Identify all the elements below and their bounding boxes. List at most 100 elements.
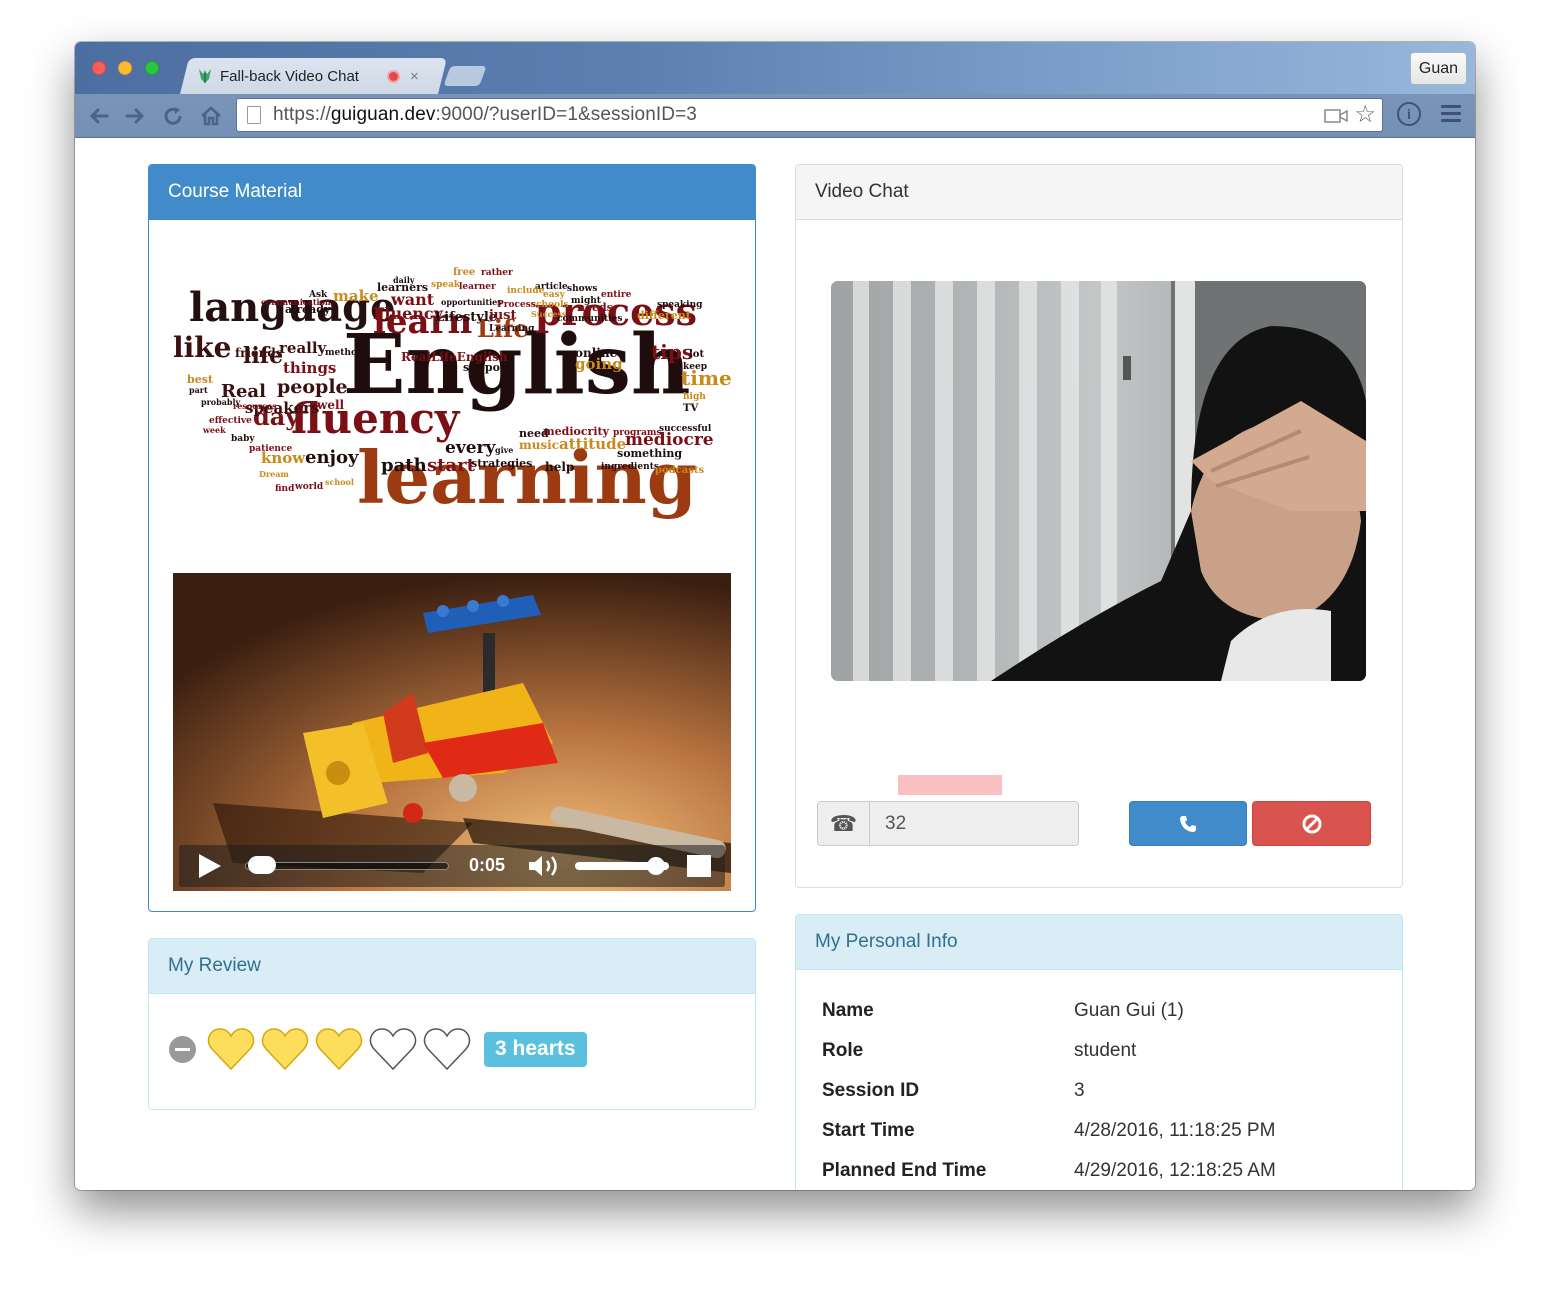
- my-review-heading: My Review: [149, 939, 755, 994]
- address-bar[interactable]: https://guiguan.dev:9000/?userID=1&sessi…: [236, 98, 1383, 132]
- wordcloud-word: free: [453, 267, 475, 278]
- bookmark-star-icon[interactable]: ☆: [1354, 103, 1376, 127]
- video-time: 0:05: [469, 855, 506, 875]
- tab-favicon-icon: [199, 69, 211, 83]
- info-label: Role: [822, 1040, 864, 1061]
- wordcloud-word: include: [507, 286, 545, 296]
- info-row-start-time: Start Time 4/28/2016, 11:18:25 PM: [822, 1111, 1276, 1151]
- peer-id-input[interactable]: 32: [870, 801, 1079, 846]
- wordcloud-word: Lifestyle: [435, 310, 497, 325]
- personal-info-table: Name Guan Gui (1) Role student Session I…: [822, 991, 1276, 1190]
- volume-thumb[interactable]: [646, 857, 665, 875]
- wordcloud-word: Dream: [259, 469, 289, 479]
- wordcloud-word: successful: [659, 424, 712, 434]
- video-frame-image: [173, 573, 731, 891]
- phone-call-icon: [1180, 815, 1196, 832]
- wordcloud-word: path: [381, 455, 427, 476]
- course-material-panel: Course Material English learning language f…: [148, 164, 756, 912]
- maximize-window-button[interactable]: [145, 61, 159, 75]
- wordcloud-word: speak: [431, 280, 461, 290]
- fullscreen-icon[interactable]: [687, 855, 711, 877]
- phone-input-group: ☎ 32: [817, 801, 1079, 846]
- wordcloud-word: week: [202, 425, 226, 435]
- hearts-badge: 3 hearts: [484, 1031, 587, 1067]
- info-label: Name: [822, 1000, 874, 1021]
- wordcloud-word: like: [173, 331, 232, 364]
- reload-icon[interactable]: [161, 104, 185, 128]
- browser-window: Fall-back Video Chat × Guan https://guig…: [75, 42, 1475, 1190]
- word-cloud-image: Englishlearninglanguagefluencyprocesslea…: [173, 267, 731, 520]
- wordcloud-word: every: [445, 438, 496, 458]
- wordcloud-word: music: [519, 438, 559, 452]
- back-arrow-icon[interactable]: [87, 104, 111, 128]
- volume-icon[interactable]: [527, 853, 561, 879]
- wordcloud-word: part: [189, 385, 208, 395]
- wordcloud-word: programs: [613, 428, 662, 438]
- wordcloud-word: opportunities: [441, 297, 502, 307]
- wordcloud-word: world: [294, 482, 324, 492]
- page-viewport: Course Material English learning language f…: [75, 138, 1475, 1190]
- extension-icon[interactable]: i: [1397, 102, 1421, 126]
- forward-arrow-icon[interactable]: [123, 104, 147, 128]
- info-value: 4/28/2016, 11:18:25 PM: [1074, 1120, 1276, 1141]
- wordcloud-word: find: [275, 484, 295, 494]
- wordcloud-word: communities: [557, 314, 622, 324]
- home-icon[interactable]: [199, 104, 223, 128]
- camera-in-use-icon[interactable]: [1324, 108, 1348, 124]
- heart-filled-icon[interactable]: [206, 1026, 256, 1072]
- info-value: Guan Gui (1): [1074, 1000, 1184, 1021]
- play-icon[interactable]: [199, 854, 221, 878]
- browser-tab[interactable]: Fall-back Video Chat ×: [193, 58, 443, 94]
- title-bar: Fall-back Video Chat × Guan: [75, 42, 1475, 94]
- minimize-window-button[interactable]: [118, 61, 132, 75]
- url-text[interactable]: https://guiguan.dev:9000/?userID=1&sessi…: [273, 104, 697, 126]
- wordcloud-word: baby: [231, 434, 255, 444]
- heart-empty-icon[interactable]: [368, 1026, 418, 1072]
- hang-up-button[interactable]: [1252, 801, 1371, 846]
- wordcloud-word: RealLifeEnglish: [401, 350, 508, 364]
- wordcloud-word: speaking: [657, 300, 703, 310]
- hearts-container: [206, 1026, 476, 1072]
- info-value: 3: [1074, 1080, 1085, 1101]
- wordcloud-word: shows: [567, 284, 597, 294]
- personal-info-panel: My Personal Info Name Guan Gui (1) Role …: [795, 914, 1403, 1190]
- info-row-role: Role student: [822, 1031, 1276, 1071]
- seek-thumb[interactable]: [248, 856, 277, 874]
- wordcloud-word: mediocrity: [543, 425, 610, 438]
- wordcloud-word: patience: [249, 444, 292, 454]
- wordcloud-word: just: [488, 308, 516, 323]
- wordcloud-word: Fluency: [373, 304, 444, 323]
- decrease-rating-button[interactable]: [169, 1035, 196, 1063]
- heart-empty-icon[interactable]: [422, 1026, 472, 1072]
- wordcloud-word: tips: [651, 340, 693, 364]
- info-row-session-id: Session ID 3: [822, 1071, 1276, 1111]
- heart-filled-icon[interactable]: [314, 1026, 364, 1072]
- course-video-player[interactable]: 0:05: [173, 573, 731, 891]
- wordcloud-word: help: [545, 460, 574, 474]
- wordcloud-word: give: [495, 445, 513, 455]
- wordcloud-word: learner: [459, 282, 496, 292]
- call-button[interactable]: [1129, 801, 1247, 846]
- wordcloud-word: enjoy: [305, 447, 359, 468]
- heart-filled-icon[interactable]: [260, 1026, 310, 1072]
- wordcloud-word: friends: [235, 346, 283, 360]
- new-tab-button[interactable]: [443, 66, 487, 86]
- profile-button[interactable]: Guan: [1410, 52, 1467, 85]
- wordcloud-word: keep: [683, 362, 707, 372]
- my-review-panel: My Review 3 hearts: [148, 938, 756, 1110]
- wordcloud-word: communication: [261, 297, 331, 307]
- wordcloud-word: entire: [601, 290, 632, 300]
- video-controls: 0:05: [179, 845, 725, 887]
- wordcloud-word: school: [325, 477, 354, 487]
- info-label: Planned End Time: [822, 1160, 987, 1181]
- webcam-frame-image: [831, 281, 1366, 681]
- info-row-name: Name Guan Gui (1): [822, 991, 1276, 1031]
- webcam-video[interactable]: [831, 281, 1366, 681]
- wordcloud-word: make: [333, 287, 379, 305]
- tab-close-icon[interactable]: ×: [410, 68, 419, 85]
- menu-icon[interactable]: [1441, 105, 1461, 123]
- wordcloud-word: methods: [325, 348, 368, 358]
- status-bar: [898, 775, 1002, 795]
- wordcloud-word: different: [637, 309, 692, 322]
- close-window-button[interactable]: [92, 61, 106, 75]
